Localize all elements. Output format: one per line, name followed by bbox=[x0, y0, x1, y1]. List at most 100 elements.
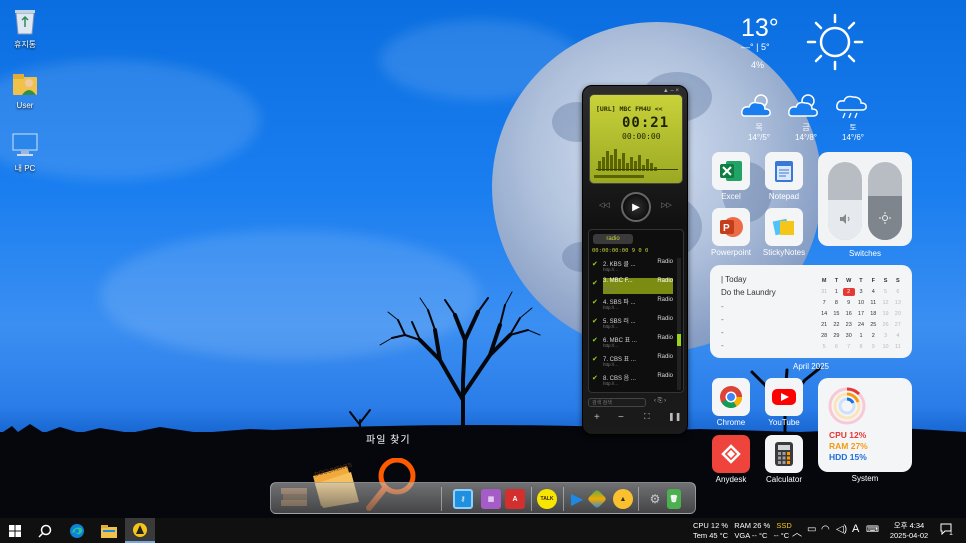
search-icon[interactable] bbox=[30, 518, 60, 543]
volume-icon[interactable]: ◁) bbox=[836, 524, 847, 535]
play-store-icon[interactable]: ▶ bbox=[567, 489, 587, 509]
calendar-day[interactable]: 1 bbox=[855, 332, 867, 340]
calendar-day[interactable]: 10 bbox=[855, 299, 867, 307]
windows-start-icon[interactable] bbox=[0, 518, 30, 543]
app-anydesk[interactable]: Anydesk bbox=[705, 435, 757, 484]
calendar-day[interactable]: 20 bbox=[892, 310, 904, 318]
playlist-item[interactable]: ✔ 7. CBS 표 ... Radio http://... bbox=[592, 354, 673, 370]
fast-forward-icon[interactable]: ▷▷ bbox=[661, 201, 672, 209]
app-sticky-notes[interactable]: StickyNotes bbox=[758, 208, 810, 257]
calendar-day[interactable]: 27 bbox=[892, 321, 904, 329]
app-youtube[interactable]: YouTube bbox=[758, 378, 810, 427]
playlist-item[interactable]: ✔ 8. CBS 음 ... Radio http://... bbox=[592, 373, 673, 389]
calendar-day[interactable]: 7 bbox=[843, 343, 855, 351]
weather-widget[interactable]: 13° —° | 5° 4% 목 14°/5° 금 14°/8° 토 14°/6… bbox=[735, 12, 895, 147]
volume-switch[interactable] bbox=[828, 162, 862, 240]
app-excel[interactable]: Excel bbox=[705, 152, 757, 201]
app-launcher-icon[interactable] bbox=[125, 518, 155, 543]
file-explorer-icon[interactable] bbox=[94, 518, 124, 543]
system-widget[interactable]: CPU 12% RAM 27% HDD 15% bbox=[818, 378, 912, 472]
playlist-item[interactable]: ✔ 5. SBS 러 ... Radio http://... bbox=[592, 316, 673, 332]
calendar-day[interactable]: 7 bbox=[818, 299, 830, 307]
add-icon[interactable]: + bbox=[594, 412, 600, 423]
seek-bar[interactable] bbox=[594, 175, 644, 178]
calendar-day[interactable]: 3 bbox=[855, 288, 867, 296]
usb-icon[interactable]: ⚷ bbox=[453, 489, 473, 509]
maps-icon[interactable] bbox=[587, 489, 607, 509]
calendar-day[interactable]: 19 bbox=[879, 310, 891, 318]
calendar-day[interactable]: 18 bbox=[867, 310, 879, 318]
app-notepad[interactable]: Notepad bbox=[758, 152, 810, 201]
kakaotalk-icon[interactable]: TALK bbox=[537, 489, 557, 509]
calendar-day[interactable]: 22 bbox=[830, 321, 842, 329]
playlist-item[interactable]: ✔ 6. MBC 표 ... Radio http://... bbox=[592, 335, 673, 351]
playlist-item[interactable]: ✔ 2. KBS 클 ... Radio http://... bbox=[592, 259, 673, 275]
rewind-icon[interactable]: ◁◁ bbox=[599, 201, 610, 209]
desktop-icon-user[interactable]: User bbox=[0, 68, 50, 110]
calendar-grid-icon[interactable]: ▦ bbox=[481, 489, 501, 509]
calendar-day[interactable]: 1 bbox=[830, 288, 842, 296]
calendar-day[interactable]: 21 bbox=[818, 321, 830, 329]
calendar-day[interactable]: 26 bbox=[879, 321, 891, 329]
calendar-widget[interactable]: | Today Do the Laundry - - - - M T W T F S S 31… bbox=[710, 265, 912, 358]
calendar-day[interactable]: 24 bbox=[855, 321, 867, 329]
trash-can-icon[interactable]: 🗑 bbox=[667, 489, 681, 509]
alzip-icon[interactable]: ▲ bbox=[613, 489, 633, 509]
calendar-day[interactable]: 16 bbox=[843, 310, 855, 318]
acrobat-icon[interactable]: A bbox=[505, 489, 525, 509]
calendar-day[interactable]: 9 bbox=[867, 343, 879, 351]
keyboard-icon[interactable]: ⌨ bbox=[866, 524, 879, 535]
calendar-day[interactable]: 29 bbox=[830, 332, 842, 340]
gears-icon[interactable]: ⚙ bbox=[645, 489, 665, 509]
chevron-up-icon[interactable]: ︿ bbox=[792, 524, 802, 539]
calendar-day[interactable]: 5 bbox=[879, 288, 891, 296]
page-nav[interactable]: ‹ ⎘ › bbox=[654, 398, 666, 405]
calendar-day[interactable]: 25 bbox=[867, 321, 879, 329]
calendar-day[interactable]: 3 bbox=[879, 332, 891, 340]
tab-radio[interactable]: radio bbox=[593, 234, 633, 244]
calendar-day[interactable]: 2 bbox=[842, 288, 855, 296]
desktop-icon-this-pc[interactable]: 내 PC bbox=[0, 130, 50, 174]
calendar-day[interactable]: 23 bbox=[843, 321, 855, 329]
playlist-item[interactable]: ✔ 3. MBC F... Radio http://... bbox=[592, 278, 673, 294]
edge-icon[interactable] bbox=[62, 518, 92, 543]
todo-item[interactable]: Do the Laundry bbox=[721, 288, 776, 297]
calendar-day[interactable]: 6 bbox=[892, 288, 904, 296]
brightness-switch[interactable] bbox=[868, 162, 902, 240]
calendar-day[interactable]: 9 bbox=[843, 299, 855, 307]
calendar-day[interactable]: 13 bbox=[892, 299, 904, 307]
calendar-day[interactable]: 4 bbox=[892, 332, 904, 340]
calendar-day[interactable]: 6 bbox=[830, 343, 842, 351]
app-chrome[interactable]: Chrome bbox=[705, 378, 757, 427]
playlist-item[interactable]: ✔ 4. SBS 파 ... Radio http://... bbox=[592, 297, 673, 313]
app-calculator[interactable]: Calculator bbox=[758, 435, 810, 484]
calendar-day[interactable]: 8 bbox=[830, 299, 842, 307]
play-button[interactable]: ▶ bbox=[621, 192, 651, 222]
calendar-day[interactable]: 28 bbox=[818, 332, 830, 340]
calendar-day[interactable]: 2 bbox=[867, 332, 879, 340]
radio-player[interactable]: ▲ – × [URL] MBC FM4U << 00:21 00:00:00 ◁… bbox=[582, 85, 688, 435]
calendar-day[interactable]: 5 bbox=[818, 343, 830, 351]
calendar-day[interactable]: 11 bbox=[892, 343, 904, 351]
calendar-day[interactable]: 14 bbox=[818, 310, 830, 318]
input-mode-indicator[interactable]: A bbox=[852, 523, 859, 535]
wifi-icon[interactable]: ◠ bbox=[821, 524, 830, 535]
fullscreen-icon[interactable]: ⛶ bbox=[644, 412, 650, 422]
calendar-day[interactable]: 17 bbox=[855, 310, 867, 318]
calendar-day[interactable]: 10 bbox=[879, 343, 891, 351]
battery-icon[interactable]: ▭ bbox=[807, 524, 816, 535]
calendar-day[interactable]: 30 bbox=[843, 332, 855, 340]
remove-icon[interactable]: − bbox=[618, 412, 624, 423]
calendar-day[interactable]: 11 bbox=[867, 299, 879, 307]
calendar-day[interactable]: 12 bbox=[879, 299, 891, 307]
calendar-day[interactable]: 4 bbox=[867, 288, 879, 296]
desktop-icon-recycle-bin[interactable]: 휴지통 bbox=[0, 6, 50, 50]
clock[interactable]: 오후 4:34 2025-04-02 bbox=[884, 521, 934, 541]
calendar-day[interactable]: 31 bbox=[818, 288, 830, 296]
pause-icon[interactable]: ❚❚ bbox=[668, 412, 681, 421]
app-powerpoint[interactable]: P Powerpoint bbox=[705, 208, 757, 257]
playlist-search-input[interactable]: 검색 검색 bbox=[588, 398, 646, 407]
calendar-day[interactable]: 8 bbox=[855, 343, 867, 351]
calendar-day[interactable]: 15 bbox=[830, 310, 842, 318]
playlist-scrollbar[interactable] bbox=[677, 258, 681, 390]
